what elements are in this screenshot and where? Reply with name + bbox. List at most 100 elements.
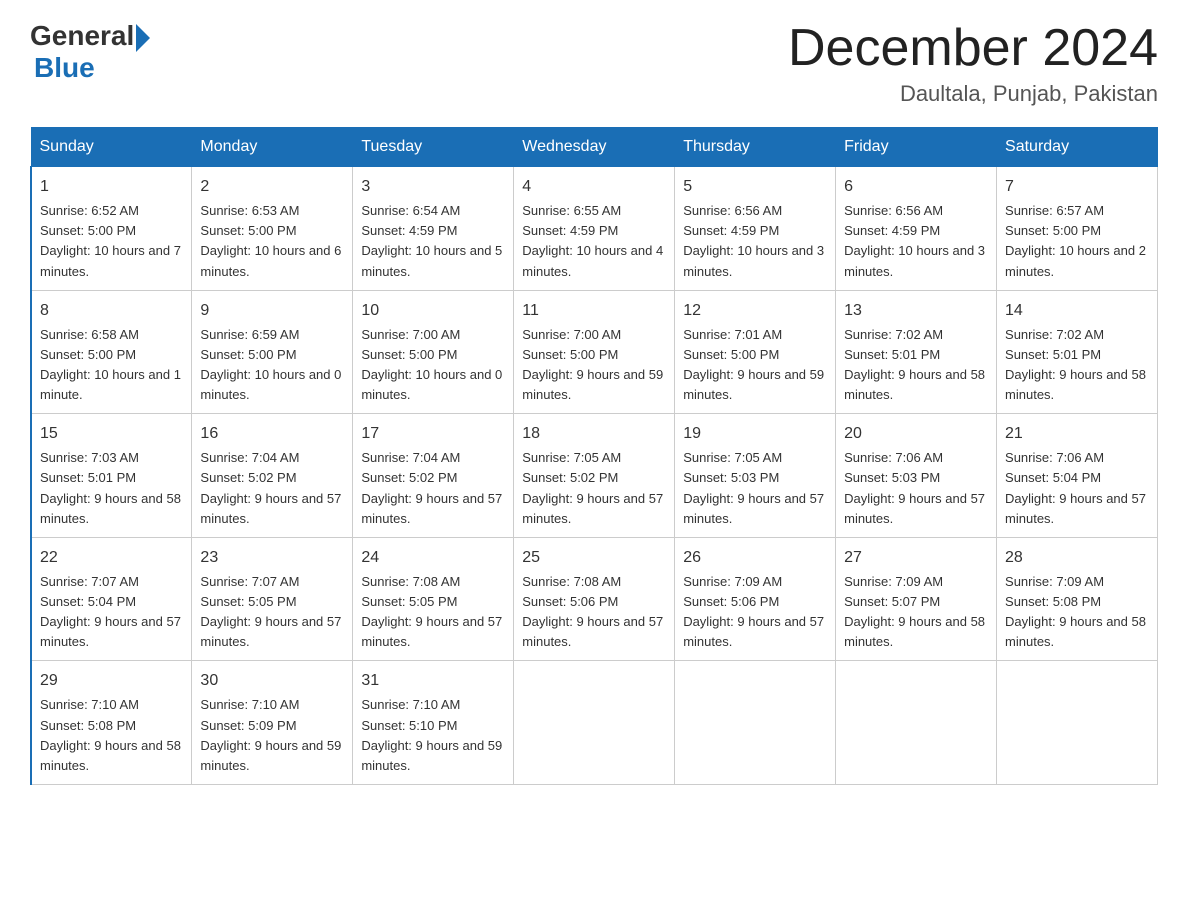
calendar-cell: 24 Sunrise: 7:08 AMSunset: 5:05 PMDayligh…	[353, 537, 514, 661]
day-info: Sunrise: 7:05 AMSunset: 5:02 PMDaylight:…	[522, 450, 663, 525]
month-title: December 2024	[788, 20, 1158, 77]
day-number: 2	[200, 175, 344, 199]
calendar-week-1: 1Sunrise: 6:52 AMSunset: 5:00 PMDaylight…	[31, 167, 1158, 291]
calendar-week-2: 8 Sunrise: 6:58 AMSunset: 5:00 PMDaylight…	[31, 290, 1158, 414]
calendar-cell: 2 Sunrise: 6:53 AMSunset: 5:00 PMDaylight…	[192, 167, 353, 291]
day-info: Sunrise: 7:08 AMSunset: 5:06 PMDaylight:…	[522, 574, 663, 649]
day-number: 12	[683, 299, 827, 323]
day-info: Sunrise: 7:10 AMSunset: 5:09 PMDaylight:…	[200, 697, 341, 772]
day-number: 22	[40, 546, 183, 570]
calendar-cell: 9 Sunrise: 6:59 AMSunset: 5:00 PMDaylight…	[192, 290, 353, 414]
calendar-table: SundayMondayTuesdayWednesdayThursdayFrid…	[30, 127, 1158, 785]
day-info: Sunrise: 7:09 AMSunset: 5:08 PMDaylight:…	[1005, 574, 1146, 649]
day-info: Sunrise: 7:09 AMSunset: 5:06 PMDaylight:…	[683, 574, 824, 649]
calendar-cell: 23 Sunrise: 7:07 AMSunset: 5:05 PMDayligh…	[192, 537, 353, 661]
day-number: 10	[361, 299, 505, 323]
day-number: 30	[200, 669, 344, 693]
location-title: Daultala, Punjab, Pakistan	[788, 81, 1158, 107]
calendar-cell	[675, 661, 836, 785]
calendar-cell: 11Sunrise: 7:00 AMSunset: 5:00 PMDayligh…	[514, 290, 675, 414]
day-info: Sunrise: 6:56 AMSunset: 4:59 PMDaylight:…	[683, 203, 824, 278]
day-info: Sunrise: 7:04 AMSunset: 5:02 PMDaylight:…	[200, 450, 341, 525]
header-sunday: Sunday	[31, 128, 192, 167]
logo: General Blue	[30, 20, 150, 84]
calendar-cell: 18 Sunrise: 7:05 AMSunset: 5:02 PMDayligh…	[514, 414, 675, 538]
calendar-week-5: 29 Sunrise: 7:10 AMSunset: 5:08 PMDayligh…	[31, 661, 1158, 785]
calendar-cell: 31Sunrise: 7:10 AMSunset: 5:10 PMDayligh…	[353, 661, 514, 785]
calendar-cell: 13 Sunrise: 7:02 AMSunset: 5:01 PMDayligh…	[836, 290, 997, 414]
header-saturday: Saturday	[997, 128, 1158, 167]
day-info: Sunrise: 7:02 AMSunset: 5:01 PMDaylight:…	[1005, 327, 1146, 402]
calendar-cell: 12 Sunrise: 7:01 AMSunset: 5:00 PMDayligh…	[675, 290, 836, 414]
calendar-cell: 25Sunrise: 7:08 AMSunset: 5:06 PMDayligh…	[514, 537, 675, 661]
calendar-cell	[514, 661, 675, 785]
title-section: December 2024 Daultala, Punjab, Pakistan	[788, 20, 1158, 107]
day-info: Sunrise: 6:53 AMSunset: 5:00 PMDaylight:…	[200, 203, 341, 278]
day-info: Sunrise: 7:02 AMSunset: 5:01 PMDaylight:…	[844, 327, 985, 402]
day-number: 15	[40, 422, 183, 446]
calendar-cell: 3Sunrise: 6:54 AMSunset: 4:59 PMDaylight…	[353, 167, 514, 291]
day-number: 21	[1005, 422, 1149, 446]
day-number: 4	[522, 175, 666, 199]
day-number: 23	[200, 546, 344, 570]
day-info: Sunrise: 7:10 AMSunset: 5:08 PMDaylight:…	[40, 697, 181, 772]
day-info: Sunrise: 6:57 AMSunset: 5:00 PMDaylight:…	[1005, 203, 1146, 278]
day-info: Sunrise: 6:58 AMSunset: 5:00 PMDaylight:…	[40, 327, 181, 402]
calendar-cell: 27 Sunrise: 7:09 AMSunset: 5:07 PMDayligh…	[836, 537, 997, 661]
day-number: 26	[683, 546, 827, 570]
day-number: 17	[361, 422, 505, 446]
day-info: Sunrise: 7:01 AMSunset: 5:00 PMDaylight:…	[683, 327, 824, 402]
day-number: 8	[40, 299, 183, 323]
header-tuesday: Tuesday	[353, 128, 514, 167]
calendar-cell: 21 Sunrise: 7:06 AMSunset: 5:04 PMDayligh…	[997, 414, 1158, 538]
day-number: 5	[683, 175, 827, 199]
calendar-cell: 26 Sunrise: 7:09 AMSunset: 5:06 PMDayligh…	[675, 537, 836, 661]
day-number: 27	[844, 546, 988, 570]
calendar-cell: 29 Sunrise: 7:10 AMSunset: 5:08 PMDayligh…	[31, 661, 192, 785]
day-number: 16	[200, 422, 344, 446]
day-number: 9	[200, 299, 344, 323]
calendar-cell: 14Sunrise: 7:02 AMSunset: 5:01 PMDayligh…	[997, 290, 1158, 414]
day-info: Sunrise: 7:07 AMSunset: 5:05 PMDaylight:…	[200, 574, 341, 649]
calendar-cell: 22Sunrise: 7:07 AMSunset: 5:04 PMDayligh…	[31, 537, 192, 661]
calendar-week-3: 15Sunrise: 7:03 AMSunset: 5:01 PMDayligh…	[31, 414, 1158, 538]
calendar-cell: 10Sunrise: 7:00 AMSunset: 5:00 PMDayligh…	[353, 290, 514, 414]
day-number: 11	[522, 299, 666, 323]
logo-general: General	[30, 20, 134, 52]
calendar-cell: 5 Sunrise: 6:56 AMSunset: 4:59 PMDaylight…	[675, 167, 836, 291]
calendar-week-4: 22Sunrise: 7:07 AMSunset: 5:04 PMDayligh…	[31, 537, 1158, 661]
header-monday: Monday	[192, 128, 353, 167]
day-number: 6	[844, 175, 988, 199]
day-info: Sunrise: 7:04 AMSunset: 5:02 PMDaylight:…	[361, 450, 502, 525]
calendar-cell	[997, 661, 1158, 785]
calendar-cell: 19 Sunrise: 7:05 AMSunset: 5:03 PMDayligh…	[675, 414, 836, 538]
day-number: 29	[40, 669, 183, 693]
calendar-header-row: SundayMondayTuesdayWednesdayThursdayFrid…	[31, 128, 1158, 167]
day-info: Sunrise: 6:55 AMSunset: 4:59 PMDaylight:…	[522, 203, 663, 278]
day-number: 18	[522, 422, 666, 446]
day-info: Sunrise: 7:06 AMSunset: 5:04 PMDaylight:…	[1005, 450, 1146, 525]
day-info: Sunrise: 7:10 AMSunset: 5:10 PMDaylight:…	[361, 697, 502, 772]
day-number: 13	[844, 299, 988, 323]
calendar-cell: 30 Sunrise: 7:10 AMSunset: 5:09 PMDayligh…	[192, 661, 353, 785]
header-wednesday: Wednesday	[514, 128, 675, 167]
calendar-cell: 20 Sunrise: 7:06 AMSunset: 5:03 PMDayligh…	[836, 414, 997, 538]
logo-blue: Blue	[34, 52, 150, 84]
calendar-cell: 7 Sunrise: 6:57 AMSunset: 5:00 PMDaylight…	[997, 167, 1158, 291]
day-info: Sunrise: 7:09 AMSunset: 5:07 PMDaylight:…	[844, 574, 985, 649]
calendar-cell	[836, 661, 997, 785]
day-info: Sunrise: 6:59 AMSunset: 5:00 PMDaylight:…	[200, 327, 341, 402]
day-number: 20	[844, 422, 988, 446]
calendar-cell: 1Sunrise: 6:52 AMSunset: 5:00 PMDaylight…	[31, 167, 192, 291]
logo-arrow-icon	[136, 24, 150, 52]
day-number: 24	[361, 546, 505, 570]
day-info: Sunrise: 6:54 AMSunset: 4:59 PMDaylight:…	[361, 203, 502, 278]
calendar-cell: 16 Sunrise: 7:04 AMSunset: 5:02 PMDayligh…	[192, 414, 353, 538]
day-info: Sunrise: 7:08 AMSunset: 5:05 PMDaylight:…	[361, 574, 502, 649]
day-number: 19	[683, 422, 827, 446]
day-number: 7	[1005, 175, 1149, 199]
day-number: 28	[1005, 546, 1149, 570]
header-friday: Friday	[836, 128, 997, 167]
day-info: Sunrise: 7:05 AMSunset: 5:03 PMDaylight:…	[683, 450, 824, 525]
day-info: Sunrise: 7:06 AMSunset: 5:03 PMDaylight:…	[844, 450, 985, 525]
